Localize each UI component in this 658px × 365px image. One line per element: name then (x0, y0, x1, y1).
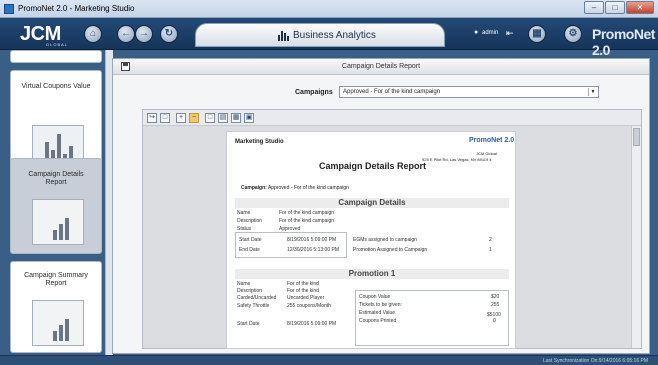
viewer-scrollbar[interactable] (631, 126, 641, 348)
report-address: 925 E Pilot Rd, Las Vegas, NV 89119 4 (422, 157, 492, 162)
promotions-assigned-label: Promotion Assigned to Campaign (353, 247, 428, 253)
report-company: JCM Global (476, 151, 497, 156)
campaigns-label: Campaigns (295, 89, 333, 96)
promo-key: Safety Throttle (237, 303, 270, 309)
start-date-label: Start Date (239, 237, 262, 243)
sidebar-item-campaign-details[interactable]: Campaign Details Report (10, 158, 102, 254)
report-campaign-value: Approved - For of the kind campaign (267, 185, 349, 191)
minimize-button[interactable]: – (584, 1, 604, 14)
campaign-dates-box (235, 232, 347, 258)
refresh-icon[interactable]: ↻ (160, 25, 178, 43)
viewer-toolbar: ↪ □ + − □ ▤ ▦ ▣ (143, 110, 641, 126)
promo-start-value: 8/19/2016 5:09:00 PM (287, 321, 337, 327)
egms-label: EGMs assigned to campaign (353, 237, 417, 243)
detail-value: For of the kind campaign (279, 218, 335, 224)
report-page: Marketing Studio PromoNet 2.0 JCM Global… (226, 131, 516, 349)
coupon-key: Tickets to be given: (359, 302, 402, 308)
sidebar-item-label: Campaign Summary Report (24, 272, 88, 287)
maximize-button[interactable]: □ (605, 1, 625, 14)
chevron-down-icon[interactable]: ▼ (588, 88, 597, 96)
print-icon[interactable]: □ (160, 113, 170, 123)
egms-value: 2 (489, 237, 492, 243)
two-page-icon[interactable]: ▦ (231, 113, 241, 123)
promo-value: For of the kind (287, 281, 319, 287)
detail-key: Name (237, 210, 251, 216)
scrollbar-thumb[interactable] (633, 128, 640, 146)
export-icon[interactable]: ↪ (147, 113, 157, 123)
coupon-value: $20 (491, 294, 500, 300)
report-campaign-label: Campaign: (241, 185, 267, 191)
promo-value: 255 coupons/Month (287, 303, 331, 309)
app-header: JCM GLOBAL ⌂ ← → ↻ Business Analytics ● … (0, 18, 658, 58)
campaign-select-value: Approved - For of the kind campaign (343, 89, 441, 95)
app-icon (4, 4, 14, 14)
tab-title: Business Analytics (293, 30, 376, 41)
report-brand: PromoNet 2.0 (469, 137, 515, 144)
zoom-in-icon[interactable]: + (176, 113, 186, 123)
report-panel-header: Campaign Details Report (113, 59, 649, 75)
promo-key: Carded/Uncarded (237, 295, 277, 301)
sidebar-item-partial[interactable] (10, 50, 102, 63)
whole-page-icon[interactable]: ▣ (244, 113, 254, 123)
window-titlebar: PromoNet 2.0 - Marketing Studio – □ ✕ (0, 0, 658, 18)
campaign-select[interactable]: Approved - For of the kind campaign ▼ (339, 86, 599, 98)
bar-chart-icon (278, 31, 290, 41)
coupon-value: 255 (491, 302, 500, 308)
campaign-details-heading: Campaign Details (235, 198, 509, 208)
forward-icon[interactable]: → (135, 25, 153, 43)
user-name[interactable]: admin (482, 30, 498, 36)
status-bar: Last Synchronization On:9/14/2016 6:05:1… (0, 355, 658, 365)
report-sidebar: Virtual Coupons Value Campaign Details R… (5, 50, 113, 355)
promonet-brand: PromoNet 2.0 (592, 26, 655, 58)
report-panel-title: Campaign Details Report (341, 63, 421, 70)
coupon-value: 0 (493, 318, 496, 324)
close-button[interactable]: ✕ (626, 1, 654, 14)
sidebar-item-label: Virtual Coupons Value (21, 83, 91, 90)
coupon-key: Estimated Value (359, 310, 396, 316)
single-page-icon[interactable]: □ (205, 113, 215, 123)
calculator-icon[interactable]: ▦ (528, 25, 546, 43)
report-panel: Campaign Details Report Campaigns Approv… (112, 58, 650, 354)
settings-icon[interactable]: ⚙ (564, 25, 582, 43)
coupon-key: Coupon Value (359, 294, 391, 300)
promotion-heading: Promotion 1 (235, 269, 509, 279)
home-icon[interactable]: ⌂ (84, 25, 102, 43)
logout-icon[interactable]: ⇤ (506, 28, 514, 39)
promo-key: Name (237, 281, 251, 287)
report-document-icon (32, 199, 84, 245)
jcm-logo-sub: GLOBAL (46, 42, 69, 47)
window-title: PromoNet 2.0 - Marketing Studio (18, 4, 135, 13)
start-date-value: 8/19/2016 5:09:00 PM (287, 237, 337, 243)
sync-status: Last Synchronization On:9/14/2016 6:05:1… (542, 358, 648, 364)
detail-key: Description (237, 218, 263, 224)
report-title: Campaign Details Report (319, 161, 427, 171)
detail-value: For of the kind campaign (279, 210, 335, 216)
zoom-out-icon[interactable]: − (189, 113, 199, 123)
report-document-icon (32, 300, 84, 346)
promotions-assigned-value: 1 (489, 247, 492, 253)
sidebar-item-label: Campaign Details Report (28, 171, 84, 186)
business-analytics-tab[interactable]: Business Analytics (195, 23, 445, 47)
promo-value: Uncarded Player (287, 295, 325, 301)
end-date-value: 12/30/2016 5:13:00 PM (287, 247, 339, 253)
sidebar-item-campaign-summary[interactable]: Campaign Summary Report (10, 261, 102, 353)
report-viewer: ↪ □ + − □ ▤ ▦ ▣ Marketing Studio PromoNe… (142, 109, 642, 349)
promo-key: Description (237, 288, 263, 294)
user-icon: ● (474, 29, 479, 36)
promo-value: For of the kind (287, 288, 319, 294)
end-date-label: End Date (239, 247, 260, 253)
coupon-key: Coupons Printed (359, 318, 397, 324)
report-studio-label: Marketing Studio (235, 139, 284, 145)
page-width-icon[interactable]: ▤ (218, 113, 228, 123)
back-icon[interactable]: ← (117, 25, 135, 43)
campaign-filter: Campaigns Approved - For of the kind cam… (113, 86, 649, 100)
promo-start-label: Start Date (237, 321, 260, 327)
